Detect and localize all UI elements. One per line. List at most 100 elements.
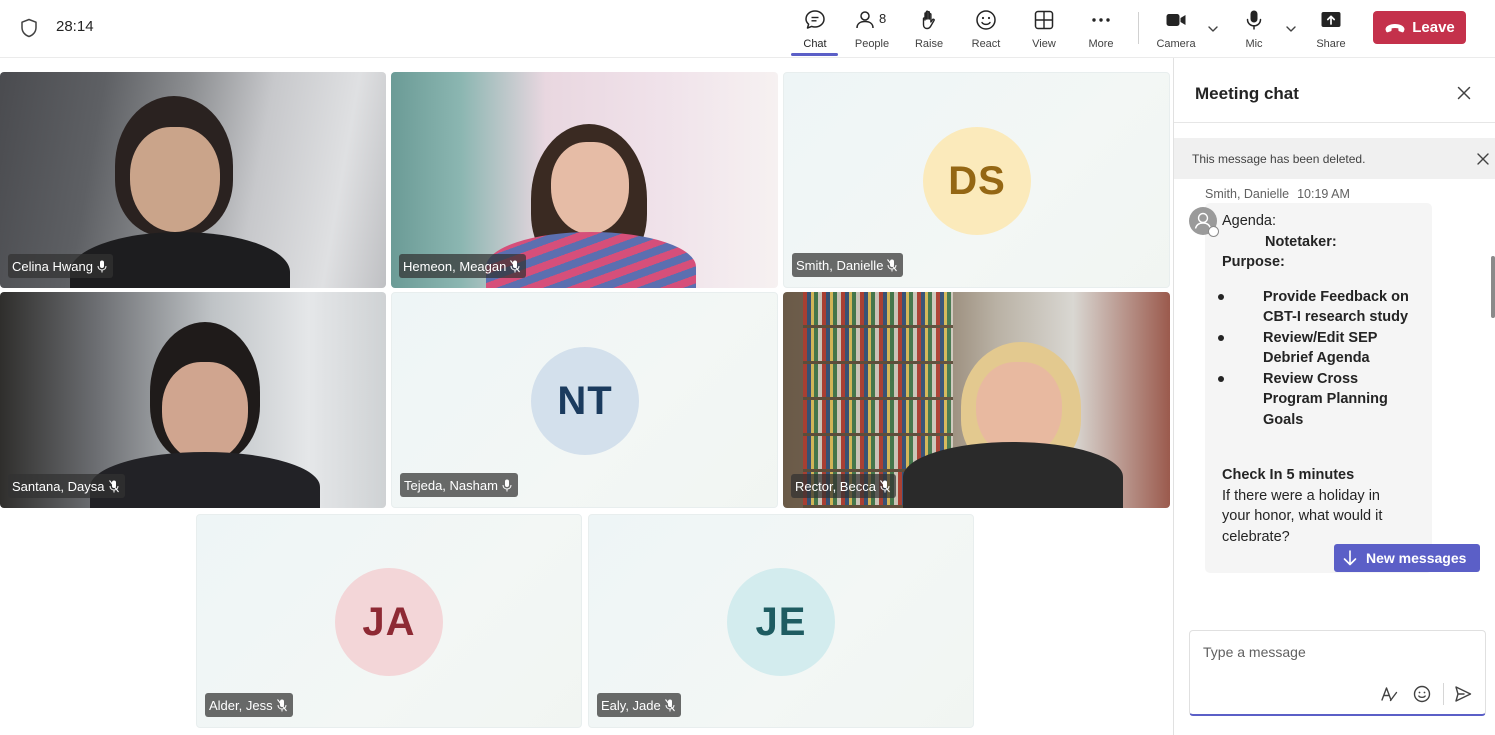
participant-face: [551, 142, 629, 234]
participant-avatar: NT: [531, 347, 639, 455]
participant-face: [162, 362, 248, 462]
participant-name: Hemeon, Meagan: [403, 258, 507, 274]
leave-button[interactable]: Leave: [1373, 11, 1466, 44]
share-label: Share: [1316, 38, 1346, 50]
raise-hand-button[interactable]: Raise: [899, 8, 959, 54]
chat-button[interactable]: Chat: [785, 8, 845, 54]
composer-divider: [1443, 683, 1444, 705]
shield-icon[interactable]: [20, 18, 38, 38]
bullet-line: Review Cross: [1263, 371, 1359, 387]
format-text-icon[interactable]: [1379, 684, 1399, 704]
participant-tile[interactable]: JA Alder, Jess: [196, 514, 582, 728]
mic-icon: [502, 479, 512, 491]
view-button[interactable]: View: [1014, 8, 1074, 54]
participant-tile[interactable]: NT Tejeda, Nasham: [391, 292, 778, 508]
camera-label: Camera: [1156, 38, 1196, 50]
participant-name: Ealy, Jade: [601, 697, 661, 713]
react-icon: [976, 10, 996, 30]
toolbar-divider: [1138, 12, 1139, 44]
bullet-line: Program Planning: [1263, 391, 1388, 407]
participant-body: [903, 442, 1123, 508]
message-sender: Smith, Danielle: [1205, 187, 1290, 201]
participant-nametag: Ealy, Jade: [597, 693, 681, 717]
participant-tile[interactable]: Rector, Becca: [783, 292, 1170, 508]
message-question-line: your honor, what would it: [1222, 508, 1383, 524]
meeting-chat-panel: Meeting chat This message has been delet…: [1173, 58, 1495, 735]
deleted-message-text: This message has been deleted.: [1192, 152, 1366, 166]
share-icon: [1321, 12, 1341, 27]
bullet-line: CBT-I research study: [1263, 309, 1409, 325]
message-composer: [1189, 630, 1486, 716]
video-stage: Celina Hwang Hemeon, Meagan DS Smith, Da…: [0, 58, 1172, 735]
people-icon: [856, 11, 874, 29]
mic-icon: [97, 260, 107, 272]
people-button[interactable]: People: [842, 8, 902, 54]
bullet-dot: [1218, 294, 1224, 300]
deleted-message-banner: This message has been deleted.: [1174, 138, 1495, 179]
emoji-icon[interactable]: [1412, 684, 1432, 704]
chat-label: Chat: [803, 38, 827, 50]
new-messages-button[interactable]: New messages: [1334, 544, 1480, 572]
participant-name: Santana, Daysa: [12, 478, 105, 494]
participant-nametag: Celina Hwang: [8, 254, 113, 278]
hang-up-icon: [1385, 23, 1405, 32]
participant-avatar: DS: [923, 127, 1031, 235]
participant-tile[interactable]: Hemeon, Meagan: [391, 72, 778, 288]
mic-muted-icon: [108, 479, 119, 492]
camera-options-chevron-down-icon[interactable]: [1206, 22, 1220, 36]
message-question-line: If there were a holiday in: [1222, 488, 1380, 504]
more-button[interactable]: More: [1071, 8, 1131, 54]
react-button[interactable]: React: [956, 8, 1016, 54]
bullet-line: Provide Feedback on: [1263, 289, 1409, 305]
presence-status-indicator: [1208, 226, 1219, 237]
participant-nametag: Smith, Danielle: [792, 253, 904, 277]
meeting-toolbar: 28:14 Chat People 8 Raise React View Mor…: [0, 0, 1495, 58]
active-tab-indicator: [791, 53, 838, 56]
camera-button[interactable]: Camera: [1146, 8, 1206, 54]
message-meta: Smith, Danielle 10:19 AM: [1205, 187, 1350, 201]
bullet-line: Review/Edit SEP: [1263, 330, 1378, 346]
raise-hand-icon: [922, 10, 935, 30]
participant-nametag: Hemeon, Meagan: [399, 254, 527, 278]
close-icon[interactable]: [1456, 85, 1472, 101]
participant-tile[interactable]: JE Ealy, Jade: [588, 514, 974, 728]
message-input[interactable]: [1203, 642, 1463, 662]
more-label: More: [1088, 38, 1114, 50]
mic-button[interactable]: Mic: [1224, 8, 1284, 54]
send-icon[interactable]: [1453, 684, 1473, 704]
mic-muted-icon: [276, 698, 287, 711]
participant-nametag: Santana, Daysa: [8, 474, 125, 498]
chat-scrollbar[interactable]: [1491, 256, 1495, 318]
participant-tile[interactable]: DS Smith, Danielle: [783, 72, 1170, 288]
dismiss-close-icon[interactable]: [1476, 152, 1490, 166]
message-time: 10:19 AM: [1297, 187, 1350, 201]
share-button[interactable]: Share: [1301, 8, 1361, 54]
participant-tile[interactable]: Santana, Daysa: [0, 292, 386, 508]
mic-muted-icon: [887, 258, 898, 271]
bullet-line: Debrief Agenda: [1263, 350, 1370, 366]
message-purpose: Purpose:: [1222, 254, 1285, 270]
participant-name: Smith, Danielle: [796, 257, 884, 273]
mic-options-chevron-down-icon[interactable]: [1284, 22, 1298, 36]
participant-name: Tejeda, Nasham: [404, 477, 498, 493]
bullet-dot: [1218, 335, 1224, 341]
raise-label: Raise: [914, 38, 944, 50]
people-count-badge: 8: [879, 11, 887, 26]
participant-name: Rector, Becca: [795, 478, 876, 494]
view-label: View: [1032, 38, 1056, 50]
mic-muted-icon: [880, 479, 890, 492]
people-label: People: [854, 38, 890, 50]
participant-name: Alder, Jess: [209, 697, 273, 713]
message-agenda: Agenda:: [1222, 213, 1277, 229]
react-label: React: [971, 38, 1001, 50]
chat-panel-title: Meeting chat: [1195, 84, 1299, 103]
new-messages-label: New messages: [1366, 550, 1467, 566]
participant-face: [130, 127, 220, 232]
chat-header-divider: [1174, 122, 1495, 123]
arrow-down-icon: [1343, 550, 1357, 566]
participant-tile[interactable]: Celina Hwang: [0, 72, 386, 288]
leave-label: Leave: [1412, 19, 1455, 36]
bullet-line: Goals: [1263, 412, 1304, 428]
sender-avatar[interactable]: [1189, 207, 1219, 237]
bullet-dot: [1218, 376, 1224, 382]
